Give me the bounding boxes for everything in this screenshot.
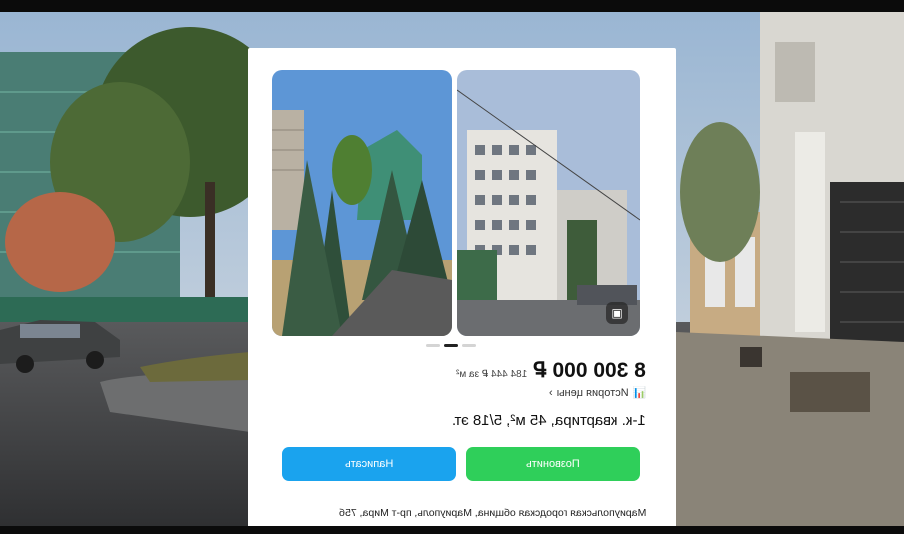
- video-letterbox-bottom: [0, 526, 904, 534]
- price-history-link[interactable]: 📊 История цены ›: [548, 386, 646, 400]
- price-row: 8 300 000 ₽ 184 444 ₽ за м²: [456, 358, 646, 384]
- listing-photo-building[interactable]: ▣: [457, 70, 640, 336]
- write-button-label: Написать: [344, 458, 394, 470]
- price-history-label: История цены: [556, 386, 629, 399]
- listing-photo-park[interactable]: [272, 70, 452, 336]
- call-button[interactable]: Позвонить: [466, 447, 640, 481]
- listing-title: 1-к. квартира, 45 м², 5/18 эт.: [452, 412, 646, 429]
- write-button[interactable]: Написать: [282, 447, 456, 481]
- listing-card: ▣ 8 300 000 ₽ 184 444 ₽ за м² 📊 История …: [248, 48, 676, 528]
- price: 8 300 000 ₽: [533, 359, 646, 382]
- chart-icon: 📊: [632, 387, 646, 399]
- photo-carousel[interactable]: ▣: [272, 70, 640, 336]
- carousel-indicator: [426, 344, 486, 348]
- chevron-right-icon: ›: [548, 386, 553, 399]
- listing-address: Мариупольская городская община, Мариупол…: [338, 507, 646, 519]
- price-per-m2: 184 444 ₽ за м²: [456, 369, 528, 380]
- gallery-icon[interactable]: ▣: [606, 302, 628, 324]
- call-button-label: Позвонить: [526, 458, 580, 470]
- video-letterbox-top: [0, 0, 904, 12]
